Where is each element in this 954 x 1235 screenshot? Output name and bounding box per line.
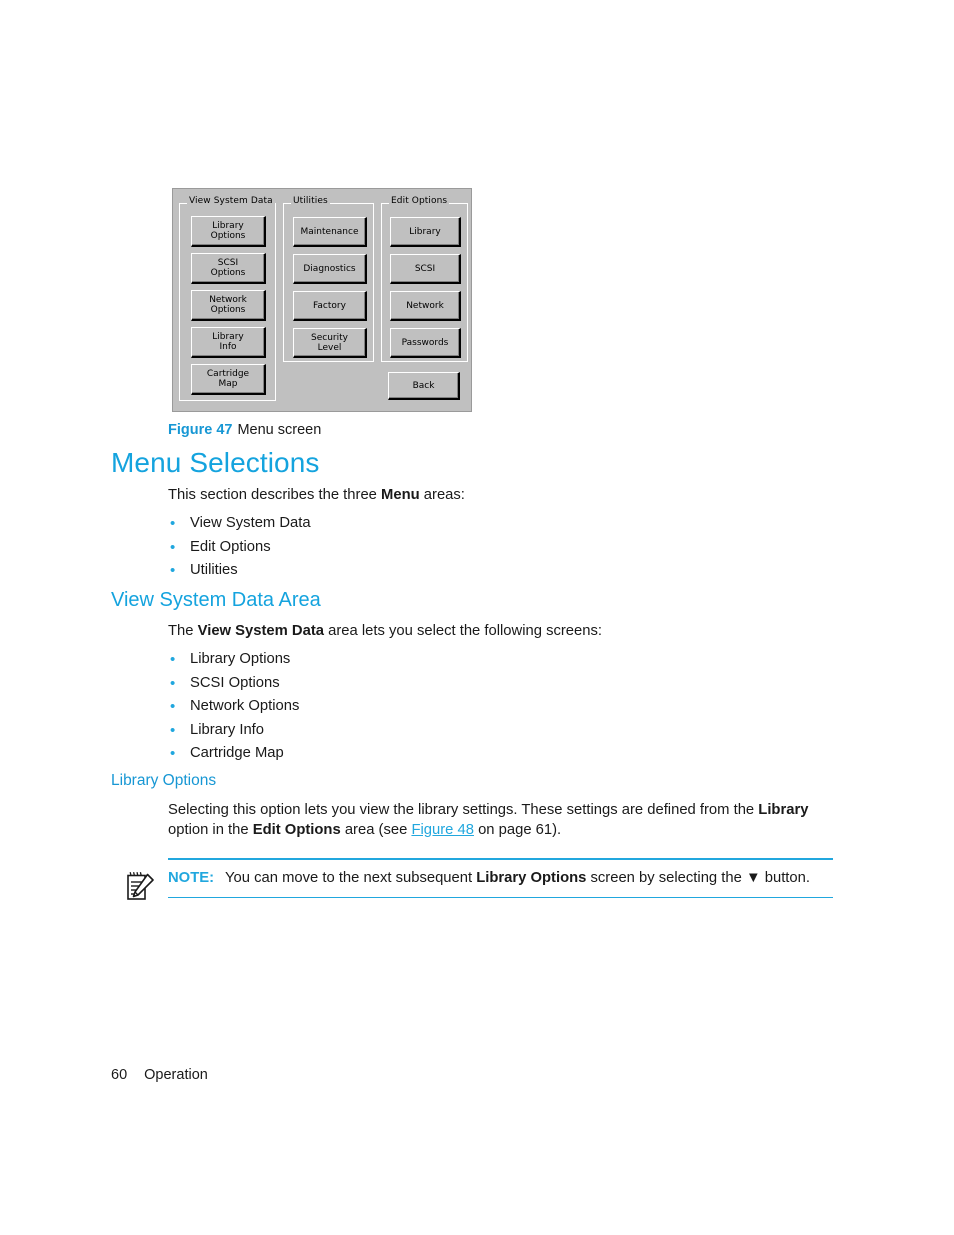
lcd-button-cartridge-map[interactable]: Cartridge Map (191, 364, 266, 395)
note-text-post: button. (760, 869, 810, 886)
cross-reference-figure-48[interactable]: Figure 48 (411, 822, 474, 838)
figure-caption-title: Menu screen (237, 422, 322, 438)
paragraph-libopt-seg1: Selecting this option lets you view the … (168, 802, 759, 818)
paragraph-intro: This section describes the three Menu ar… (168, 486, 868, 506)
lcd-button-network-options-line1: Network (209, 295, 247, 305)
lcd-menu-screen: View System Data Library Options SCSI Op… (172, 188, 472, 412)
heading-library-options: Library Options (111, 772, 217, 789)
figure-caption-number: Figure 47 (168, 422, 233, 438)
group-edit-options: Edit Options Library SCSI Network Passwo… (381, 196, 468, 362)
note-rule-bottom (168, 896, 833, 899)
group-label-edit-options: Edit Options (389, 196, 450, 206)
list-item: Network Options (168, 695, 299, 719)
lcd-button-library-info[interactable]: Library Info (191, 327, 266, 358)
note-label: NOTE: (168, 869, 215, 886)
lcd-button-edit-library-line1: Library (409, 226, 441, 237)
list-item: Library Options (168, 648, 299, 672)
note-row: NOTE: You can move to the next subsequen… (127, 860, 833, 900)
lcd-button-security-level-line2: Level (317, 342, 342, 353)
paragraph-intro-post: areas: (419, 487, 465, 503)
lcd-button-edit-network-line1: Network (406, 300, 444, 311)
note-text-bold: Library Options (476, 869, 587, 886)
paragraph-vsd-post: area lets you select the following scree… (324, 623, 602, 639)
figure-caption: Figure 47 Menu screen (168, 421, 321, 439)
lcd-button-diagnostics[interactable]: Diagnostics (293, 254, 367, 284)
list-item: Library Info (168, 719, 299, 743)
list-menu-areas: View System Data Edit Options Utilities (168, 512, 311, 583)
paragraph-intro-pre: This section describes the three (168, 487, 382, 503)
lcd-button-back-label: Back (412, 380, 435, 391)
paragraph-libopt-bold1: Library (758, 802, 809, 818)
lcd-button-library-options-line2: Options (210, 231, 246, 241)
lcd-button-edit-passwords-line1: Passwords (401, 337, 449, 348)
group-utilities: Utilities Maintenance Diagnostics Factor… (283, 196, 374, 362)
group-label-view-system-data: View System Data (187, 196, 275, 206)
lcd-button-edit-passwords[interactable]: Passwords (390, 328, 461, 358)
note-text: You can move to the next subsequent Libr… (225, 869, 810, 888)
lcd-button-library-options-line1: Library (212, 221, 244, 231)
lcd-button-library-info-line2: Info (219, 342, 237, 352)
paragraph-intro-bold: Menu (381, 487, 420, 503)
paragraph-libopt-seg4: on page 61). (473, 821, 562, 838)
note-text-mid: screen by selecting the (586, 869, 746, 886)
lcd-button-factory[interactable]: Factory (293, 291, 367, 321)
paragraph-libopt-bold2: Edit Options (252, 821, 341, 838)
paragraph-view-system-data: The View System Data area lets you selec… (168, 622, 868, 642)
figure-47-image: View System Data Library Options SCSI Op… (172, 188, 472, 412)
lcd-button-library-info-line1: Library (212, 332, 244, 342)
lcd-button-security-level-line1: Security (311, 332, 348, 343)
lcd-button-scsi-options-line2: Options (210, 268, 246, 278)
group-label-utilities: Utilities (291, 196, 330, 206)
page-footer: 60 Operation (111, 1066, 208, 1085)
down-arrow-icon: ▼ (745, 869, 761, 886)
heading-view-system-data-area: View System Data Area (111, 589, 321, 611)
paragraph-vsd-pre: The (168, 623, 198, 639)
footer-page-number: 60 (111, 1067, 128, 1083)
paragraph-vsd-bold: View System Data (197, 623, 324, 639)
note-callout: NOTE: You can move to the next subsequen… (127, 858, 833, 900)
lcd-button-security-level[interactable]: Security Level (293, 328, 367, 358)
footer-chapter: Operation (144, 1067, 208, 1083)
list-item: Edit Options (168, 536, 311, 560)
lcd-button-edit-library[interactable]: Library (390, 217, 461, 247)
lcd-button-cartridge-map-line1: Cartridge (206, 369, 250, 379)
lcd-button-factory-line1: Factory (313, 300, 346, 311)
lcd-button-network-options[interactable]: Network Options (191, 290, 266, 321)
list-item: SCSI Options (168, 672, 299, 696)
lcd-button-diagnostics-line1: Diagnostics (303, 263, 356, 274)
lcd-button-scsi-options[interactable]: SCSI Options (191, 253, 266, 284)
paragraph-libopt-seg2: option in the (168, 821, 253, 838)
paragraph-libopt-seg3: area (see (340, 821, 412, 838)
lcd-button-scsi-options-line1: SCSI (217, 258, 239, 268)
note-pad-pencil-icon (127, 872, 154, 900)
note-text-pre: You can move to the next subsequent (225, 869, 477, 886)
lcd-button-maintenance-line1: Maintenance (300, 226, 359, 237)
lcd-button-network-options-line2: Options (210, 305, 246, 315)
list-item: Cartridge Map (168, 742, 299, 766)
lcd-button-edit-scsi-line1: SCSI (414, 263, 436, 274)
lcd-button-back[interactable]: Back (388, 372, 460, 400)
lcd-button-maintenance[interactable]: Maintenance (293, 217, 367, 247)
group-view-system-data: View System Data Library Options SCSI Op… (179, 196, 276, 401)
paragraph-library-options: Selecting this option lets you view the … (168, 801, 840, 840)
lcd-button-library-options[interactable]: Library Options (191, 216, 266, 247)
list-item: Utilities (168, 559, 311, 583)
lcd-button-edit-network[interactable]: Network (390, 291, 461, 321)
list-item: View System Data (168, 512, 311, 536)
document-page: View System Data Library Options SCSI Op… (0, 0, 954, 1235)
heading-menu-selections: Menu Selections (111, 447, 320, 478)
lcd-button-cartridge-map-line2: Map (218, 379, 238, 389)
lcd-button-edit-scsi[interactable]: SCSI (390, 254, 461, 284)
list-view-system-data-items: Library Options SCSI Options Network Opt… (168, 648, 299, 766)
